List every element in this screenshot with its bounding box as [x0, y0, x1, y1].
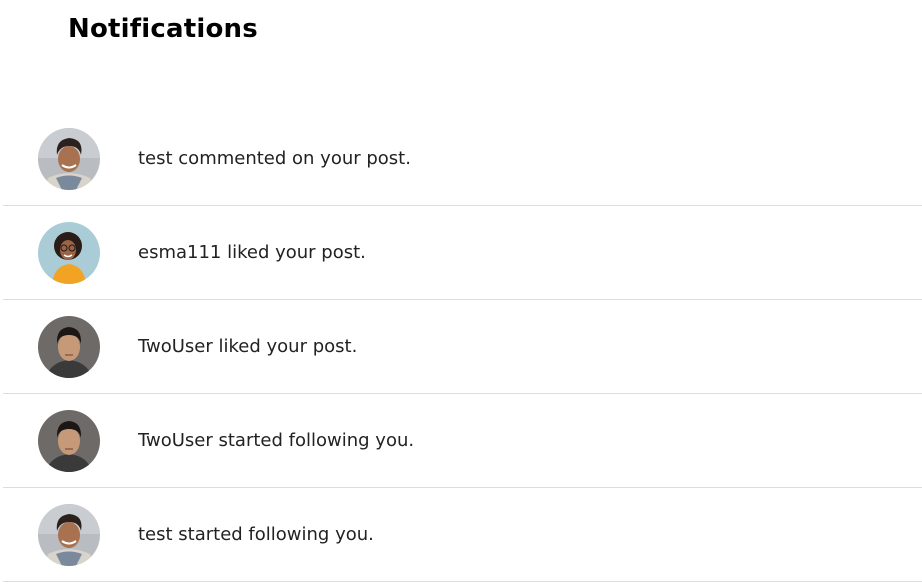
notification-item[interactable]: esma111 liked your post. — [3, 206, 922, 300]
avatar[interactable] — [38, 222, 100, 284]
avatar[interactable] — [38, 128, 100, 190]
avatar[interactable] — [38, 504, 100, 566]
notification-text: TwoUser liked your post. — [138, 336, 358, 357]
notification-item[interactable]: test started following you. — [3, 488, 922, 582]
notification-text: test commented on your post. — [138, 148, 411, 169]
avatar[interactable] — [38, 410, 100, 472]
page-title: Notifications — [68, 14, 258, 44]
notification-item[interactable]: TwoUser liked your post. — [3, 300, 922, 394]
avatar[interactable] — [38, 316, 100, 378]
notification-text: esma111 liked your post. — [138, 242, 366, 263]
notification-text: test started following you. — [138, 524, 374, 545]
notification-item[interactable]: TwoUser started following you. — [3, 394, 922, 488]
notification-list: test commented on your post. esma111 lik… — [3, 112, 922, 582]
notification-text: TwoUser started following you. — [138, 430, 415, 451]
notification-item[interactable]: test commented on your post. — [3, 112, 922, 206]
